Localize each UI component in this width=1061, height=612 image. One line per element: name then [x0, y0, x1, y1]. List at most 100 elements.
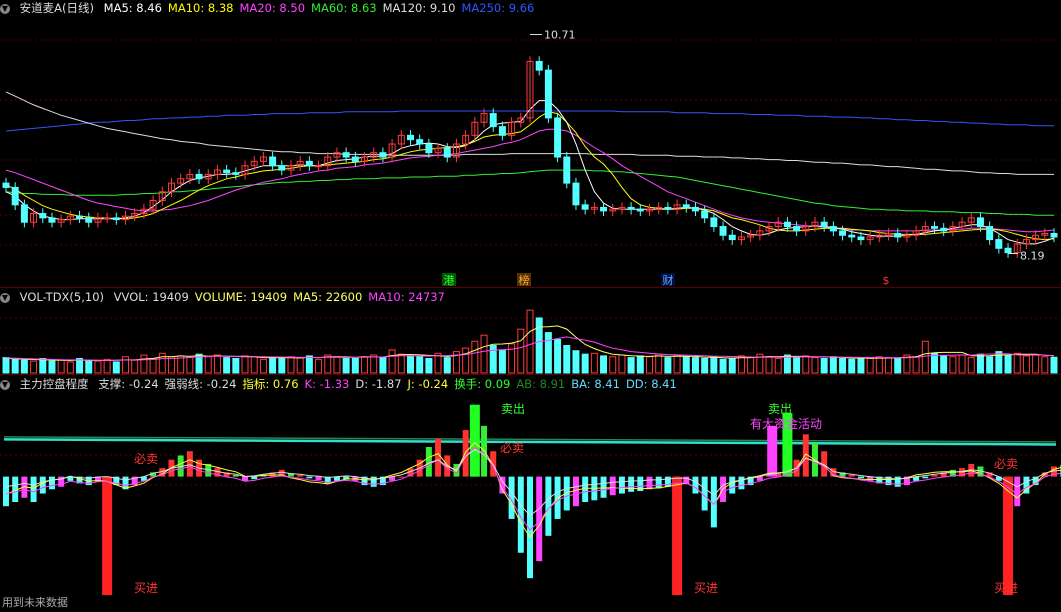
candle-body	[719, 226, 727, 236]
volume-bar	[839, 357, 847, 374]
event-marker: 港	[444, 274, 455, 287]
volume-bar	[719, 358, 727, 374]
volume-bar	[85, 359, 93, 374]
volume-bar	[342, 357, 350, 374]
volume-bar	[1050, 356, 1058, 374]
volume-bar	[241, 355, 249, 374]
candle-body	[931, 226, 938, 229]
indicator-bar	[628, 476, 635, 492]
indicator-bar	[894, 476, 901, 487]
indicator-bar	[922, 476, 929, 479]
stock-chart[interactable]: 10.718.19港榜财 $卖出 卖出有大资金活动必卖必卖必卖买进 买进 买进	[0, 0, 1061, 612]
indicator-bar	[435, 438, 442, 477]
ma20-line	[5, 128, 1055, 233]
candle-body	[839, 230, 847, 236]
volume-bar	[609, 356, 617, 374]
volume-bar	[250, 356, 258, 374]
candle-body	[894, 233, 902, 238]
volume-bar	[655, 353, 663, 374]
indicator-bar	[315, 476, 322, 480]
volume-bar	[563, 345, 571, 374]
volume-bar	[581, 353, 589, 374]
candle-body	[11, 186, 19, 206]
volume-bar	[710, 356, 718, 374]
candle-body	[2, 182, 10, 188]
candle-body	[986, 226, 994, 241]
candle-body	[581, 204, 589, 210]
volume-bar	[269, 357, 277, 374]
candle-body	[342, 152, 350, 158]
volume-bar	[912, 356, 920, 374]
volume-bar	[940, 355, 948, 374]
indicator-bar	[618, 476, 625, 494]
indicator-bar	[857, 476, 864, 479]
indicator-bar	[398, 476, 405, 478]
volume-bar	[471, 340, 479, 374]
candle-body	[600, 206, 608, 212]
volume-bar	[783, 354, 791, 374]
candle-body	[76, 215, 84, 219]
volume-bar	[728, 357, 736, 374]
candle-body	[20, 204, 28, 223]
volume-bar	[416, 356, 424, 374]
high-price-label: 10.71	[544, 29, 576, 42]
candle-body	[710, 217, 718, 228]
volume-bar	[590, 352, 598, 374]
candle-body	[627, 206, 635, 210]
candle-body	[443, 147, 451, 158]
signal-annotation: 卖出	[501, 402, 525, 416]
volume-bar	[407, 355, 414, 374]
indicator-bar	[30, 476, 37, 502]
volume-bar	[829, 356, 837, 374]
volume-bar	[122, 356, 129, 374]
volume-bar	[747, 357, 755, 374]
volume-bar	[526, 309, 534, 374]
candle-body	[351, 156, 359, 162]
volume-ma5-line	[5, 325, 1055, 362]
volume-bar	[186, 357, 194, 374]
signal-annotation: 买进	[134, 581, 158, 595]
candle-body	[1004, 247, 1012, 254]
volume-bar	[866, 357, 874, 374]
volume-bar	[388, 349, 396, 374]
volume-bar	[296, 357, 304, 374]
volume-bar	[636, 355, 644, 374]
j-line	[5, 448, 1061, 517]
volume-bar	[1041, 356, 1049, 374]
volume-bar	[333, 356, 341, 374]
indicator-bar	[517, 476, 524, 553]
candle-body	[48, 217, 56, 223]
candle-body	[572, 182, 580, 206]
volume-bar	[287, 356, 295, 374]
signal-annotation: 卖出	[768, 402, 792, 416]
volume-bar	[958, 354, 966, 374]
sell-signal-bar	[469, 404, 480, 477]
volume-bar	[131, 359, 139, 374]
volume-bar	[1022, 355, 1030, 374]
volume-bar	[397, 353, 405, 374]
event-marker: 财	[663, 273, 674, 287]
volume-bar	[765, 356, 773, 374]
candle-body	[793, 226, 801, 232]
candle-body	[407, 134, 414, 141]
volume-bar	[315, 358, 323, 374]
volume-bar	[894, 357, 902, 374]
indicator-bar	[931, 474, 938, 477]
volume-bar	[480, 334, 488, 374]
candle-body	[416, 139, 424, 145]
indicator-bar	[3, 476, 9, 507]
indicator-bar	[251, 476, 258, 480]
indicator-bar	[39, 476, 46, 494]
volume-bar	[544, 332, 552, 374]
volume-bar	[213, 354, 221, 374]
volume-bar	[811, 357, 819, 374]
candle-body	[269, 156, 277, 167]
buy-signal-bar	[1003, 476, 1014, 596]
signal-annotation: 有大资金活动	[750, 416, 822, 431]
volume-bar	[57, 359, 65, 374]
candle-body	[103, 217, 111, 220]
volume-bar	[820, 357, 828, 374]
candle-body	[305, 160, 313, 167]
candle-body	[820, 221, 828, 228]
volume-bar	[11, 358, 19, 374]
